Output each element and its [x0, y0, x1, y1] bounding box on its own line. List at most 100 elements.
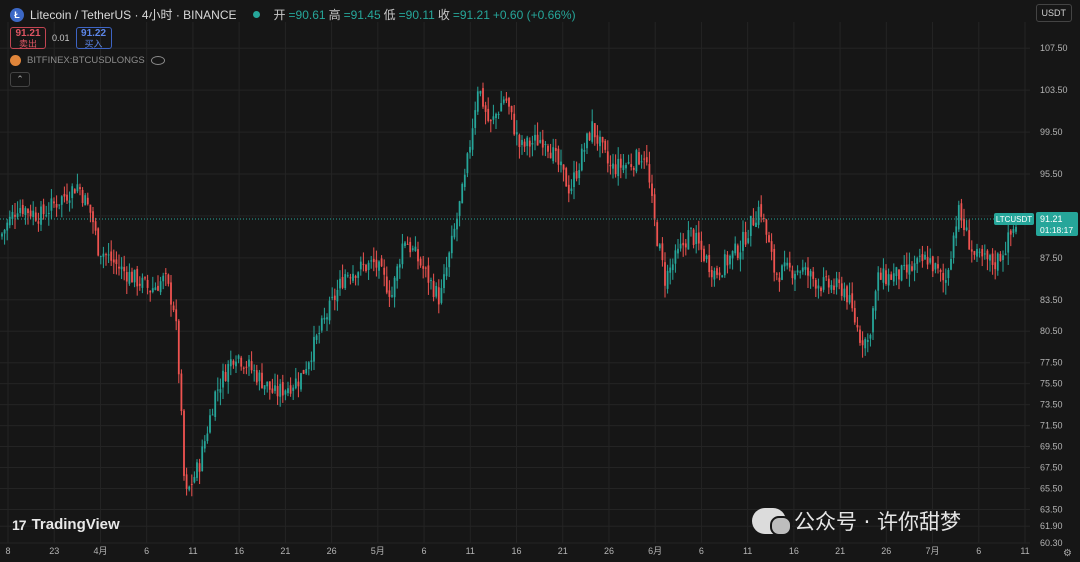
sell-button[interactable]: 91.21 卖出 — [10, 27, 46, 49]
candle-body — [565, 168, 568, 187]
candle-body — [136, 268, 139, 287]
indicator-name: BITFINEX:BTCUSDLONGS — [27, 55, 145, 66]
candle-body — [323, 317, 326, 320]
candle-body — [333, 295, 336, 301]
candle-body — [185, 474, 188, 489]
candle-body — [27, 209, 29, 214]
candle-body — [588, 132, 591, 141]
candle-body — [211, 414, 214, 416]
candle-body — [84, 195, 87, 206]
candle-body — [775, 273, 778, 275]
candle-body — [580, 148, 583, 171]
collapse-legend-button[interactable]: ⌃ — [10, 72, 30, 87]
candle-body — [37, 221, 40, 224]
x-tick-label: 16 — [234, 546, 244, 556]
candle-body — [817, 285, 820, 289]
candle-body — [42, 204, 45, 215]
candle-body — [274, 385, 276, 391]
axis-settings-icon[interactable]: ⚙ — [1063, 548, 1072, 559]
candle-body — [484, 105, 487, 112]
candle-body — [73, 189, 76, 194]
candle-body — [492, 116, 495, 120]
candle-body — [989, 255, 991, 261]
candle-body — [391, 295, 393, 297]
candle-body — [560, 161, 562, 166]
candle-body — [591, 121, 594, 142]
bitcoin-icon — [10, 55, 21, 66]
candle-body — [716, 268, 718, 275]
candle-body — [713, 270, 716, 280]
candle-body — [721, 275, 724, 278]
candle-body — [835, 278, 838, 288]
candle-body — [827, 278, 830, 288]
candle-body — [710, 269, 713, 278]
candle-body — [931, 256, 934, 272]
candle-body — [365, 264, 367, 272]
candle-body — [125, 272, 128, 282]
candle-body — [359, 261, 362, 270]
candle-body — [991, 253, 994, 265]
candle-body — [445, 267, 448, 277]
candle-body — [138, 283, 141, 286]
candle-body — [133, 269, 136, 283]
candle-body — [229, 359, 232, 367]
candle-body — [1, 233, 3, 237]
candle-body — [71, 186, 74, 199]
indicator-legend[interactable]: BITFINEX:BTCUSDLONGS — [10, 55, 165, 66]
candle-body — [167, 274, 170, 284]
candle-body — [281, 382, 284, 396]
candle-body — [105, 254, 107, 256]
candle-body — [640, 161, 643, 163]
candle-body — [112, 259, 115, 263]
symbol-title[interactable]: Litecoin / TetherUS · 4小时 · BINANCE — [30, 6, 237, 23]
candle-body — [318, 333, 321, 335]
candle-body — [926, 256, 929, 265]
y-tick-label: 80.50 — [1040, 326, 1063, 336]
candle-body — [6, 222, 9, 231]
candle-body — [770, 241, 773, 252]
candle-body — [726, 254, 729, 266]
candle-body — [11, 211, 14, 219]
candle-body — [843, 288, 846, 298]
candle-body — [757, 206, 760, 225]
candle-body — [869, 334, 872, 339]
candle-body — [939, 270, 942, 272]
candle-body — [146, 279, 149, 288]
candle-body — [1009, 230, 1012, 235]
candle-body — [549, 152, 552, 159]
buy-button[interactable]: 91.22 买入 — [75, 27, 112, 49]
candle-body — [739, 252, 742, 260]
candle-body — [380, 258, 383, 267]
candle-body — [297, 381, 300, 387]
candle-body — [747, 238, 750, 243]
price-chart[interactable]: 107.50103.5099.5095.5091.5087.5083.5080.… — [0, 0, 1080, 562]
candle-body — [305, 368, 308, 374]
candle-body — [573, 172, 575, 188]
bar-countdown: 01:18:17 — [1040, 225, 1073, 235]
candle-body — [578, 170, 581, 179]
candle-body — [92, 211, 94, 223]
candle-body — [768, 235, 770, 243]
candle-body — [505, 98, 508, 101]
candle-body — [157, 285, 159, 291]
candle-body — [453, 228, 456, 238]
candle-body — [851, 293, 854, 309]
candle-body — [996, 253, 999, 271]
tradingview-logo: 17 TradingView — [12, 516, 120, 533]
candle-body — [456, 218, 458, 230]
candle-body — [664, 262, 666, 286]
candle-body — [801, 267, 804, 272]
candle-body — [596, 135, 599, 144]
candle-body — [86, 197, 89, 205]
candle-body — [773, 248, 776, 273]
x-tick-label: 6 — [422, 546, 427, 556]
eye-icon[interactable] — [150, 56, 165, 65]
candle-body — [859, 329, 861, 343]
x-tick-label: 7月 — [926, 546, 940, 556]
candle-body — [614, 164, 617, 175]
candle-body — [159, 281, 162, 293]
currency-button[interactable]: USDT — [1035, 4, 1072, 22]
x-tick-label: 11 — [743, 546, 752, 556]
candle-body — [528, 140, 531, 147]
candle-body — [661, 243, 664, 261]
